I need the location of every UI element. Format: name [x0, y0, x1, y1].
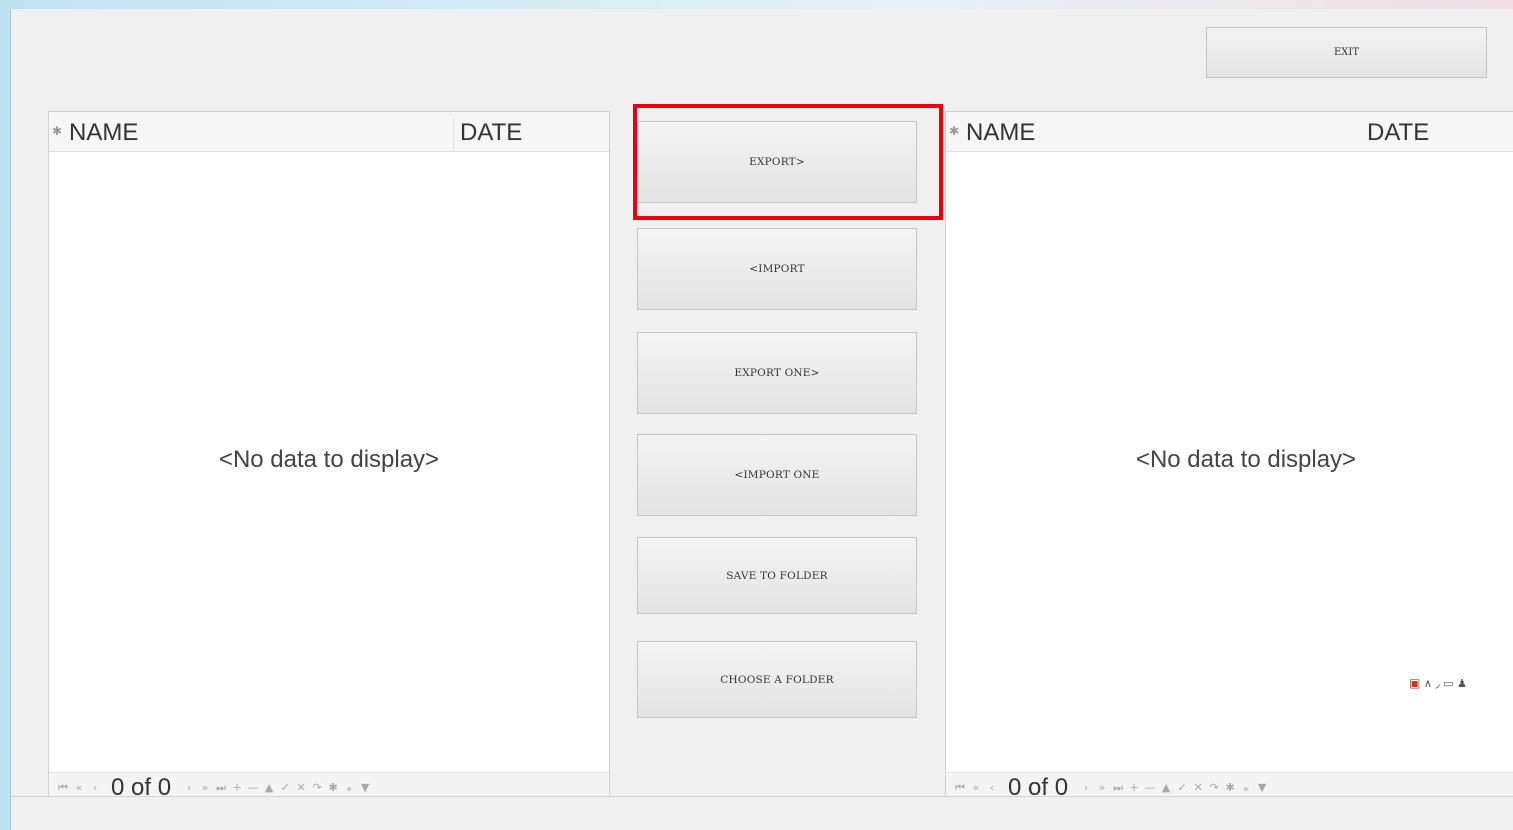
tray-user-icon[interactable]: ♟ — [1457, 677, 1467, 690]
cancel-edit-icon[interactable]: ✕ — [293, 781, 309, 794]
filter-star-icon[interactable]: ✱ — [1222, 781, 1238, 794]
append-icon[interactable]: + — [1126, 781, 1142, 794]
save-to-folder-button[interactable]: SAVE TO FOLDER — [637, 537, 917, 614]
tray-keyboard-icon[interactable]: ▭ — [1443, 677, 1453, 690]
prev-page-icon[interactable]: « — [71, 781, 87, 794]
column-header-date[interactable]: DATE — [453, 119, 522, 151]
last-record-icon[interactable]: ⏭ — [213, 781, 229, 795]
next-record-icon[interactable]: › — [181, 781, 197, 794]
next-page-icon[interactable]: » — [197, 781, 213, 794]
choose-folder-button[interactable]: CHOOSE A FOLDER — [637, 641, 917, 718]
filter-icon[interactable]: ▼ — [1254, 781, 1270, 794]
prev-page-icon[interactable]: « — [968, 781, 984, 794]
main-window: EXIT ✱ NAME DATE <No data to display> ⏮ … — [10, 9, 1513, 830]
left-data-grid[interactable]: ✱ NAME DATE <No data to display> ⏮ « ‹ 0… — [48, 111, 610, 803]
delete-icon[interactable]: — — [1142, 781, 1158, 794]
refresh-icon[interactable]: ↷ — [1206, 781, 1222, 794]
prev-record-icon[interactable]: ‹ — [984, 781, 1000, 794]
next-record-icon[interactable]: › — [1078, 781, 1094, 794]
tray-chevron-icon[interactable]: ∧ — [1424, 677, 1432, 690]
column-header-date[interactable]: DATE — [1361, 119, 1429, 151]
system-tray: ▣ ∧ ◞ ▭ ♟ — [1409, 676, 1467, 690]
edit-icon[interactable]: ▲ — [1158, 781, 1174, 794]
tray-network-icon[interactable]: ◞ — [1435, 677, 1439, 690]
status-bar — [11, 796, 1513, 830]
filter-icon[interactable]: ▼ — [357, 781, 373, 794]
empty-message: <No data to display> — [218, 446, 440, 473]
next-page-icon[interactable]: » — [1094, 781, 1110, 794]
empty-message: <No data to display> — [1135, 446, 1357, 473]
end-edit-icon[interactable]: ✓ — [277, 781, 293, 794]
highlight-box — [633, 104, 943, 220]
end-edit-icon[interactable]: ✓ — [1174, 781, 1190, 794]
first-record-icon[interactable]: ⏮ — [952, 781, 968, 795]
column-header-name[interactable]: NAME — [69, 119, 138, 147]
right-data-grid[interactable]: ✱ NAME DATE <No data to display> ⏮ « ‹ 0… — [945, 111, 1513, 803]
asterisk-icon: ✱ — [52, 124, 63, 138]
exit-button[interactable]: EXIT — [1206, 27, 1487, 78]
append-icon[interactable]: + — [229, 781, 245, 794]
column-header-name[interactable]: NAME — [966, 119, 1035, 147]
last-record-icon[interactable]: ⏭ — [1110, 781, 1126, 795]
prev-record-icon[interactable]: ‹ — [87, 781, 103, 794]
export-one-button[interactable]: EXPORT ONE> — [637, 332, 917, 414]
import-one-button[interactable]: <IMPORT ONE — [637, 434, 917, 516]
import-button[interactable]: <IMPORT — [637, 228, 917, 310]
asterisk-icon: ✱ — [949, 124, 960, 138]
right-grid-header: ✱ NAME DATE — [946, 112, 1513, 152]
left-grid-header: ✱ NAME DATE — [49, 112, 609, 152]
delete-icon[interactable]: — — [245, 781, 261, 794]
first-record-icon[interactable]: ⏮ — [55, 781, 71, 795]
cancel-edit-icon[interactable]: ✕ — [1190, 781, 1206, 794]
filter-star-icon[interactable]: ✱ — [325, 781, 341, 794]
clear-filter-icon[interactable]: ⁎ — [341, 781, 357, 794]
edit-icon[interactable]: ▲ — [261, 781, 277, 794]
clear-filter-icon[interactable]: ⁎ — [1238, 781, 1254, 794]
tray-app-icon[interactable]: ▣ — [1409, 676, 1420, 690]
refresh-icon[interactable]: ↷ — [309, 781, 325, 794]
